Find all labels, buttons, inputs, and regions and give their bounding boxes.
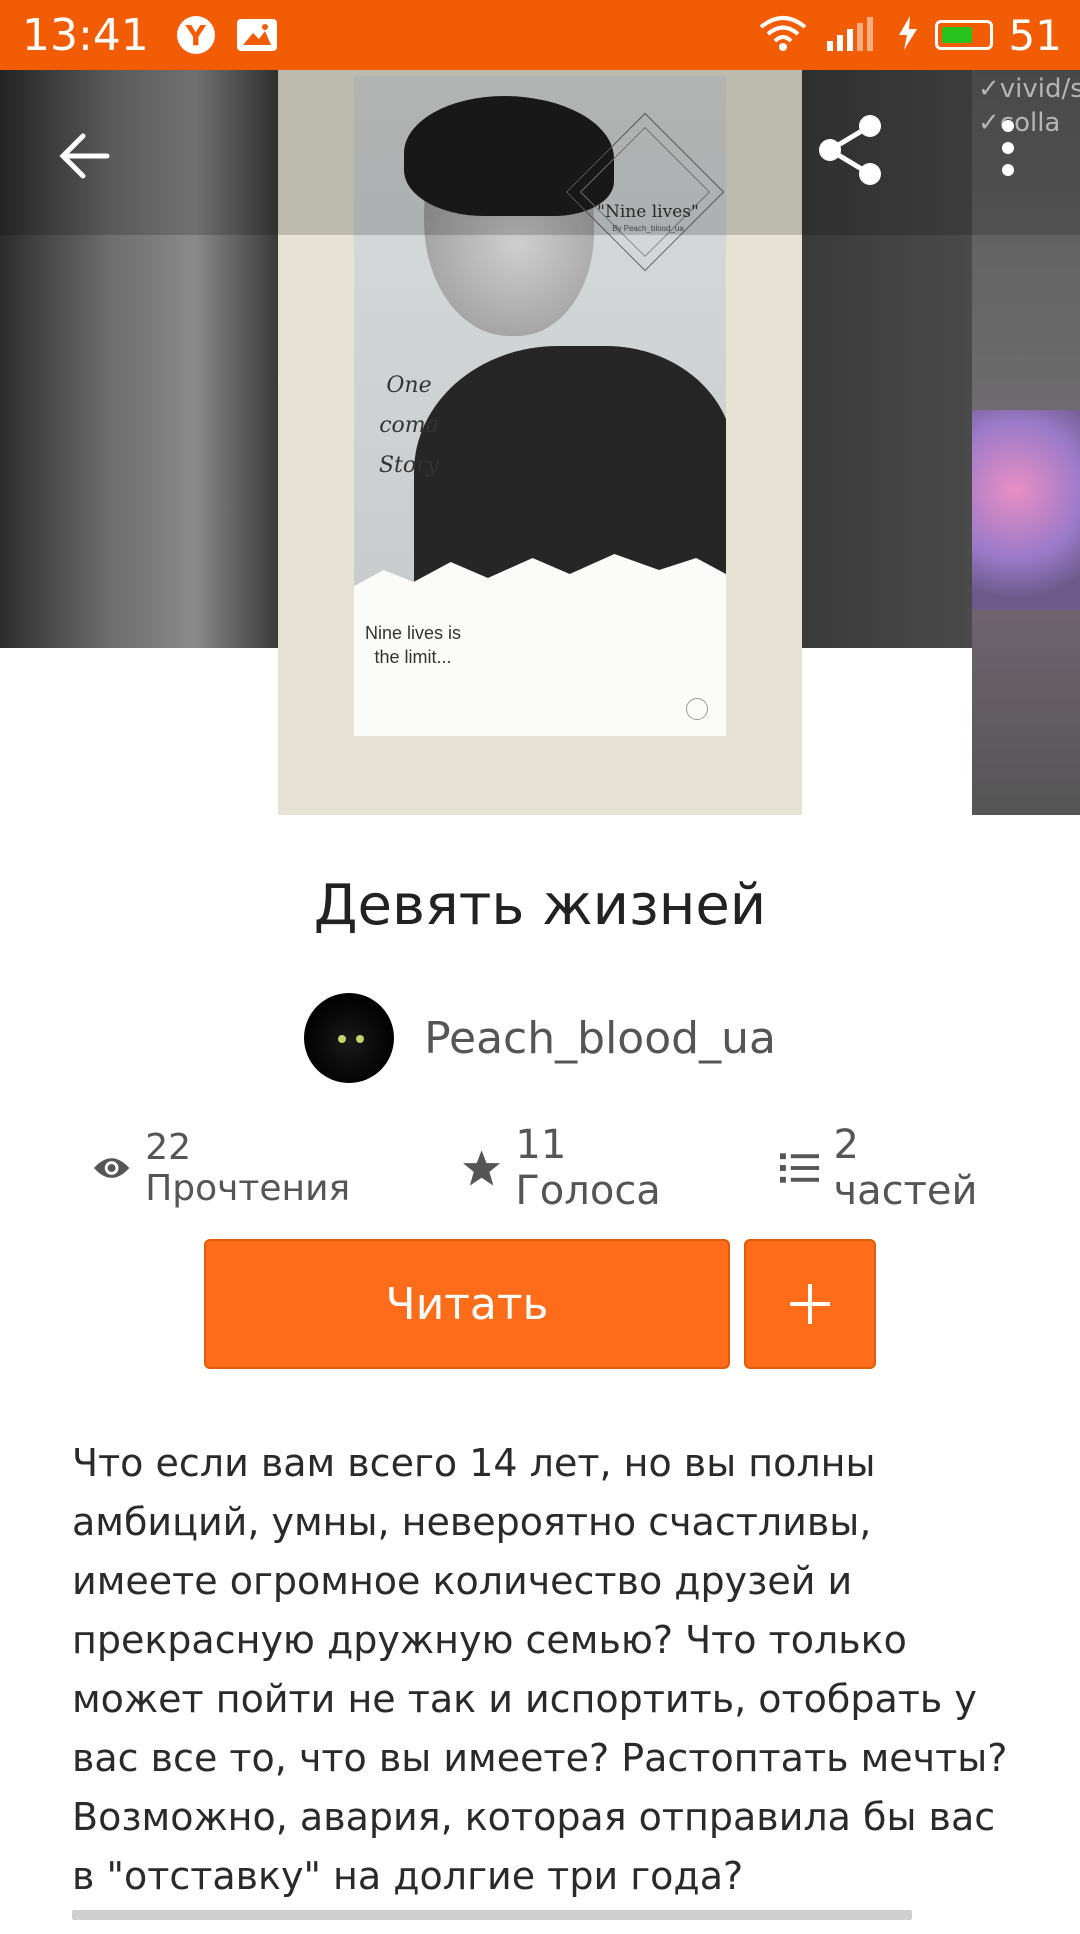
cover-logo-icon	[686, 698, 708, 720]
battery-icon	[934, 20, 993, 50]
status-bar: 13:41 Y 51	[0, 0, 1080, 70]
more-vertical-icon	[1002, 120, 1014, 176]
description-continuation	[72, 1904, 972, 1934]
parts-stat: 2 частей	[780, 1122, 1012, 1214]
eye-icon	[93, 1157, 130, 1178]
add-to-library-button[interactable]	[744, 1239, 876, 1369]
author-row[interactable]: Peach_blood_ua	[0, 990, 1080, 1086]
parts-count: 2 частей	[833, 1121, 978, 1214]
reads-stat: 22 Прочтения	[92, 1127, 402, 1209]
battery-percent: 51	[1008, 10, 1062, 60]
yandex-icon: Y	[176, 16, 215, 54]
status-time: 13:41	[22, 9, 149, 61]
signal-icon	[825, 15, 881, 56]
list-icon	[780, 1152, 820, 1183]
reads-count: 22 Прочтения	[145, 1126, 351, 1209]
votes-stat: 11 Голоса	[462, 1122, 720, 1214]
cover-tagline: Nine lives is the limit...	[364, 623, 462, 667]
charging-icon	[897, 15, 919, 55]
arrow-left-icon	[59, 133, 110, 179]
share-icon	[819, 115, 881, 185]
plus-icon	[790, 1284, 830, 1324]
cover-carousel[interactable]: ✓vivid/sm ✓colla "Nine lives" By Peach_b…	[0, 70, 1080, 815]
wifi-icon	[757, 13, 809, 58]
stats-row: 22 Прочтения 11 Голоса 2 частей	[92, 1122, 1012, 1214]
description-text: Что если вам всего 14 лет, но вы полны а…	[72, 1441, 1008, 1898]
author-avatar[interactable]	[304, 993, 395, 1083]
image-notification-icon	[236, 19, 277, 51]
cover-script-text: One coma Story	[378, 373, 440, 478]
star-icon	[463, 1149, 501, 1186]
book-description: Что если вам всего 14 лет, но вы полны а…	[72, 1434, 1022, 1906]
toolbar-overlay	[0, 70, 1080, 235]
author-name[interactable]: Peach_blood_ua	[424, 1013, 776, 1064]
share-button[interactable]	[810, 110, 890, 190]
next-cover-art	[972, 410, 1080, 610]
more-options-button[interactable]	[990, 110, 1030, 190]
votes-count: 11 Голоса	[515, 1121, 661, 1214]
book-title: Девять жизней	[313, 873, 767, 938]
read-button[interactable]: Читать	[204, 1239, 730, 1369]
back-button[interactable]	[48, 120, 120, 192]
